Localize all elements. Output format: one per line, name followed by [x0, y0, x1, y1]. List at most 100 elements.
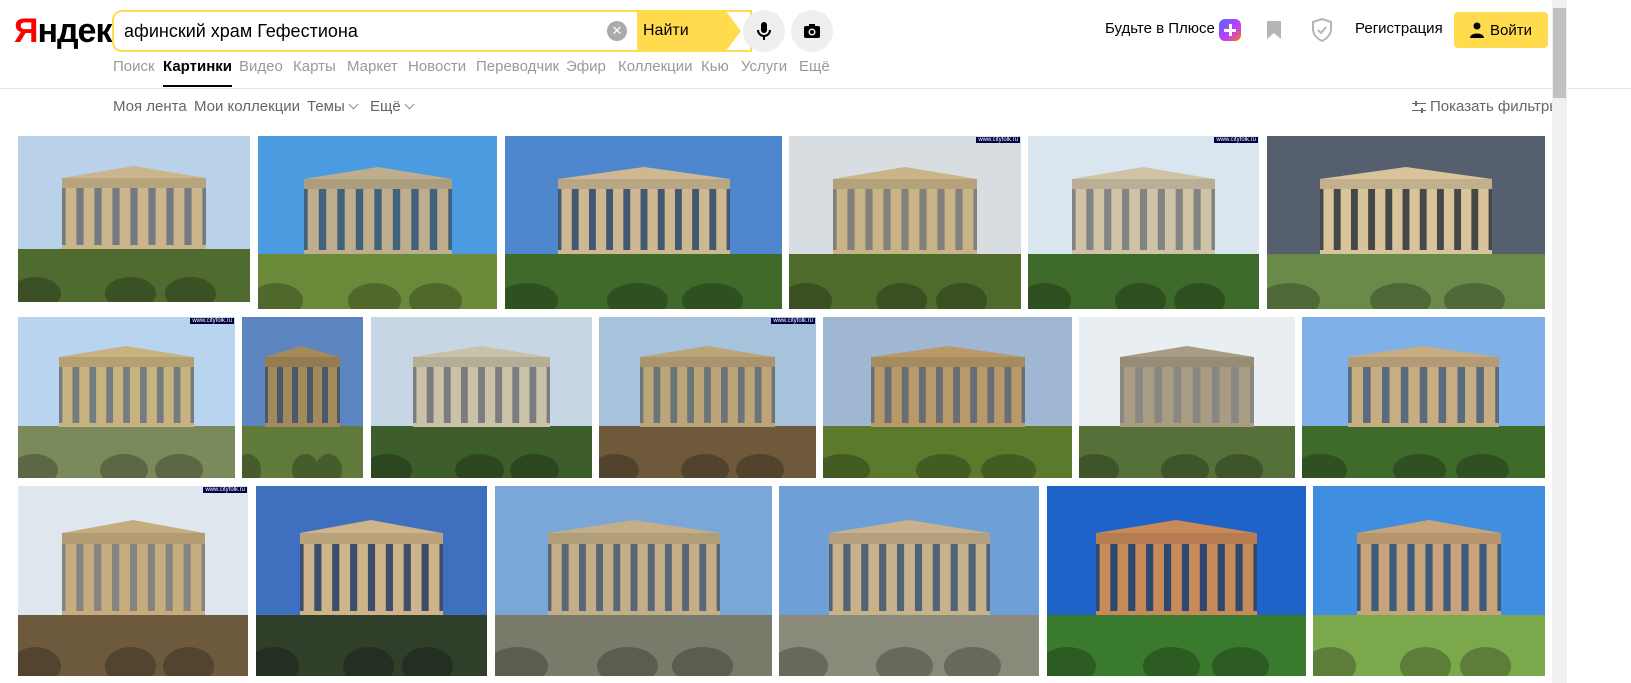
thumb-bush: [455, 454, 504, 478]
tab-video[interactable]: Видео: [239, 57, 283, 77]
chevron-down-icon: [348, 99, 359, 110]
image-result[interactable]: [495, 486, 772, 676]
image-result[interactable]: [823, 317, 1072, 478]
temple-illustration: [413, 346, 550, 427]
thumb-bush: [1456, 454, 1509, 478]
temple-illustration: [62, 166, 206, 249]
temple-illustration: [1120, 346, 1254, 427]
image-result[interactable]: [505, 136, 782, 309]
login-label: Войти: [1490, 21, 1532, 39]
image-watermark: www.cityfolk.ru: [771, 318, 815, 324]
microphone-icon: [757, 22, 771, 40]
temple-illustration: [1357, 520, 1501, 615]
search-box: ✕ Найти: [112, 10, 752, 52]
find-button[interactable]: Найти: [637, 10, 725, 52]
image-result[interactable]: www.cityfolk.ru: [599, 317, 816, 478]
bookmark-icon[interactable]: [1265, 20, 1283, 40]
image-result[interactable]: [242, 317, 363, 478]
find-button-arrow[interactable]: [725, 10, 741, 52]
shield-icon[interactable]: [1312, 18, 1332, 42]
temple-illustration: [300, 520, 443, 615]
plus-promo-link[interactable]: Будьте в Плюсе: [1105, 20, 1215, 37]
more-label: Ещё: [370, 98, 401, 115]
thumb-bush: [1215, 454, 1263, 478]
temple-illustration: [304, 167, 452, 254]
temple-illustration: [1348, 346, 1499, 427]
tab-services[interactable]: Услуги: [741, 57, 787, 77]
image-result[interactable]: [1079, 317, 1295, 478]
tab-market[interactable]: Маркет: [347, 57, 398, 77]
temple-illustration: [829, 520, 990, 615]
filter-sliders-icon: [1412, 101, 1426, 113]
image-result[interactable]: [1313, 486, 1545, 676]
image-result[interactable]: www.cityfolk.ru: [789, 136, 1021, 309]
image-result[interactable]: [779, 486, 1039, 676]
register-link[interactable]: Регистрация: [1355, 20, 1443, 37]
thumb-bush: [1161, 454, 1209, 478]
temple-illustration: [548, 520, 720, 615]
thumb-bush: [105, 277, 156, 302]
image-watermark: www.cityfolk.ru: [976, 137, 1020, 143]
camera-icon: [804, 24, 820, 38]
image-result[interactable]: [18, 136, 250, 302]
image-search-button[interactable]: [791, 10, 833, 52]
image-watermark: www.cityfolk.ru: [203, 487, 247, 493]
image-result[interactable]: [1047, 486, 1306, 676]
image-result[interactable]: [371, 317, 592, 478]
image-result[interactable]: [256, 486, 487, 676]
image-result[interactable]: [258, 136, 497, 309]
thumb-bush: [315, 454, 342, 478]
image-result[interactable]: www.cityfolk.ru: [1028, 136, 1259, 309]
user-icon: [1470, 22, 1484, 38]
temple-illustration: [558, 167, 730, 254]
temple-illustration: [640, 346, 775, 427]
tab-search[interactable]: Поиск: [113, 57, 155, 77]
temple-illustration: [265, 346, 340, 427]
thumb-bush: [736, 454, 784, 478]
scrollbar-thumb[interactable]: [1553, 8, 1566, 98]
tab-maps[interactable]: Карты: [293, 57, 336, 77]
show-filters-button[interactable]: Показать фильтры: [1412, 97, 1560, 117]
my-feed-link[interactable]: Моя лента: [113, 97, 187, 117]
tab-q[interactable]: Кью: [701, 57, 729, 77]
image-watermark: www.cityfolk.ru: [1214, 137, 1258, 143]
voice-search-button[interactable]: [743, 10, 785, 52]
search-input[interactable]: [124, 12, 634, 50]
temple-illustration: [1096, 520, 1257, 615]
clear-search-icon[interactable]: ✕: [607, 21, 627, 41]
image-result[interactable]: www.cityfolk.ru: [18, 486, 248, 676]
temple-illustration: [833, 167, 977, 254]
page-scrollbar[interactable]: [1552, 0, 1567, 683]
temple-illustration: [59, 346, 194, 427]
temple-illustration: [871, 346, 1025, 427]
image-result[interactable]: [1267, 136, 1545, 309]
tab-efir[interactable]: Эфир: [566, 57, 606, 77]
thumb-bush: [100, 454, 148, 478]
temple-illustration: [62, 520, 205, 615]
chevron-down-icon: [404, 99, 415, 110]
themes-dropdown[interactable]: Темы: [307, 97, 359, 117]
tab-collections[interactable]: Коллекции: [618, 57, 693, 77]
tab-news[interactable]: Новости: [408, 57, 466, 77]
tab-translator[interactable]: Переводчик: [476, 57, 559, 77]
thumb-bush: [916, 454, 971, 478]
image-watermark: www.cityfolk.ru: [190, 318, 234, 324]
image-result[interactable]: [1302, 317, 1545, 478]
thumb-bush: [1393, 454, 1446, 478]
thumb-bush: [155, 454, 203, 478]
image-result[interactable]: www.cityfolk.ru: [18, 317, 235, 478]
header: Яндекс ✕ Найти Будьте в Плюсе Регистраци…: [0, 0, 1631, 89]
more-dropdown[interactable]: Ещё: [370, 97, 415, 117]
my-collections-link[interactable]: Мои коллекции: [194, 97, 300, 117]
temple-illustration: [1320, 167, 1492, 254]
themes-label: Темы: [307, 98, 345, 115]
thumb-bush: [981, 454, 1036, 478]
thumb-bush: [165, 277, 216, 302]
temple-illustration: [1072, 167, 1215, 254]
login-button[interactable]: Войти: [1454, 12, 1548, 48]
show-filters-label: Показать фильтры: [1430, 98, 1561, 115]
plus-icon[interactable]: [1219, 19, 1241, 41]
thumb-bush: [681, 454, 729, 478]
tab-images[interactable]: Картинки: [163, 57, 233, 87]
tab-more[interactable]: Ещё: [799, 57, 830, 77]
